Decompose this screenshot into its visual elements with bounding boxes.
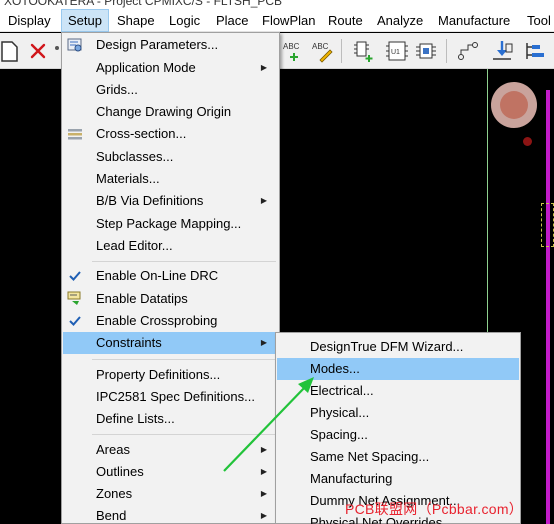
checkmark-icon bbox=[67, 313, 83, 329]
menu-item-areas[interactable]: Areas ▶ bbox=[63, 439, 279, 461]
menu-item-enable-crossprobing[interactable]: Enable Crossprobing bbox=[63, 310, 279, 332]
route-connect-icon[interactable] bbox=[456, 39, 480, 63]
svg-text:ABC: ABC bbox=[283, 42, 300, 51]
design-parameters-icon bbox=[67, 37, 83, 53]
menu-item-bb-via-definitions[interactable]: B/B Via Definitions ▶ bbox=[63, 190, 279, 212]
checkmark-icon bbox=[67, 268, 83, 284]
menu-logic[interactable]: Logic bbox=[169, 9, 200, 32]
chip-icon[interactable] bbox=[414, 39, 438, 63]
submenu-arrow-icon: ▶ bbox=[260, 338, 267, 347]
menu-separator bbox=[92, 359, 276, 360]
menu-flowplan[interactable]: FlowPlan bbox=[262, 9, 315, 32]
menu-item-define-lists[interactable]: Define Lists... bbox=[63, 408, 279, 430]
menu-display[interactable]: Display bbox=[8, 9, 51, 32]
submenu-item-spacing[interactable]: Spacing... bbox=[277, 424, 519, 446]
new-file-icon[interactable] bbox=[0, 39, 24, 63]
close-x-icon[interactable] bbox=[27, 39, 51, 63]
u1-component-icon[interactable]: U1 bbox=[385, 39, 409, 63]
menu-item-design-parameters[interactable]: Design Parameters... bbox=[63, 34, 279, 56]
setup-dropdown-menu: Design Parameters... Application Mode ▶ … bbox=[61, 32, 280, 524]
menu-item-application-mode[interactable]: Application Mode ▶ bbox=[63, 57, 279, 79]
svg-text:ABC: ABC bbox=[312, 42, 329, 51]
menu-item-materials[interactable]: Materials... bbox=[63, 168, 279, 190]
submenu-arrow-icon: ▶ bbox=[260, 467, 267, 476]
watermark-text: PCB联盟网（Pcbbar.com） bbox=[345, 501, 524, 517]
menu-separator bbox=[92, 261, 276, 262]
menu-setup[interactable]: Setup bbox=[61, 9, 109, 32]
menu-item-grids[interactable]: Grids... bbox=[63, 79, 279, 101]
menu-item-enable-datatips[interactable]: Enable Datatips bbox=[63, 288, 279, 310]
datatips-icon bbox=[67, 291, 83, 307]
svg-text:U1: U1 bbox=[391, 49, 400, 56]
menu-route[interactable]: Route bbox=[328, 9, 363, 32]
menu-item-ipc2581-spec-definitions[interactable]: IPC2581 Spec Definitions... bbox=[63, 386, 279, 408]
menu-item-enable-online-drc[interactable]: Enable On-Line DRC bbox=[63, 265, 279, 287]
menu-item-step-package-mapping[interactable]: Step Package Mapping... bbox=[63, 213, 279, 235]
submenu-item-manufacturing[interactable]: Manufacturing bbox=[277, 468, 519, 490]
menu-item-lead-editor[interactable]: Lead Editor... bbox=[63, 235, 279, 257]
submenu-arrow-icon: ▶ bbox=[260, 196, 267, 205]
menu-place[interactable]: Place bbox=[216, 9, 249, 32]
cross-section-icon bbox=[67, 126, 83, 142]
window-title-strip: XOTOOKATERA - Project CPMIXC/S - FLTSH_P… bbox=[0, 0, 554, 9]
menu-item-change-drawing-origin[interactable]: Change Drawing Origin bbox=[63, 101, 279, 123]
menu-item-bend[interactable]: Bend ▶ bbox=[63, 505, 279, 524]
menu-separator bbox=[92, 434, 276, 435]
submenu-item-physical[interactable]: Physical... bbox=[277, 402, 519, 424]
silkscreen-outline bbox=[541, 203, 554, 247]
window-title: XOTOOKATERA - Project CPMIXC/S - FLTSH_P… bbox=[4, 0, 283, 8]
menu-shape[interactable]: Shape bbox=[117, 9, 155, 32]
menu-item-outlines[interactable]: Outlines ▶ bbox=[63, 461, 279, 483]
submenu-arrow-icon: ▶ bbox=[260, 489, 267, 498]
submenu-item-designtrue-dfm-wizard[interactable]: DesignTrue DFM Wizard... bbox=[277, 336, 519, 358]
menu-manufacture[interactable]: Manufacture bbox=[438, 9, 510, 32]
submenu-arrow-icon: ▶ bbox=[260, 511, 267, 520]
pink-trace bbox=[546, 90, 550, 524]
constraints-submenu: DesignTrue DFM Wizard... Modes... Electr… bbox=[275, 332, 521, 524]
menu-item-cross-section[interactable]: Cross-section... bbox=[63, 123, 279, 145]
submenu-arrow-icon: ▶ bbox=[260, 445, 267, 454]
submenu-arrow-icon: ▶ bbox=[260, 63, 267, 72]
menu-analyze[interactable]: Analyze bbox=[377, 9, 423, 32]
submenu-item-electrical[interactable]: Electrical... bbox=[277, 380, 519, 402]
menu-item-zones[interactable]: Zones ▶ bbox=[63, 483, 279, 505]
menu-item-subclasses[interactable]: Subclasses... bbox=[63, 146, 279, 168]
pad bbox=[491, 82, 537, 128]
align-icon[interactable] bbox=[524, 39, 548, 63]
menu-bar: Display Setup Shape Logic Place FlowPlan… bbox=[0, 9, 554, 32]
abc-add-icon[interactable]: ABC bbox=[282, 39, 306, 63]
menu-tool[interactable]: Tool bbox=[527, 9, 551, 32]
undo-icon[interactable] bbox=[52, 39, 60, 63]
add-component-icon[interactable] bbox=[352, 39, 376, 63]
menu-item-property-definitions[interactable]: Property Definitions... bbox=[63, 364, 279, 386]
submenu-item-same-net-spacing[interactable]: Same Net Spacing... bbox=[277, 446, 519, 468]
submenu-item-modes[interactable]: Modes... bbox=[277, 358, 519, 380]
abc-edit-icon[interactable]: ABC bbox=[311, 39, 335, 63]
via bbox=[523, 137, 532, 146]
menu-item-constraints[interactable]: Constraints ▶ bbox=[63, 332, 279, 354]
move-down-icon[interactable] bbox=[490, 39, 514, 63]
